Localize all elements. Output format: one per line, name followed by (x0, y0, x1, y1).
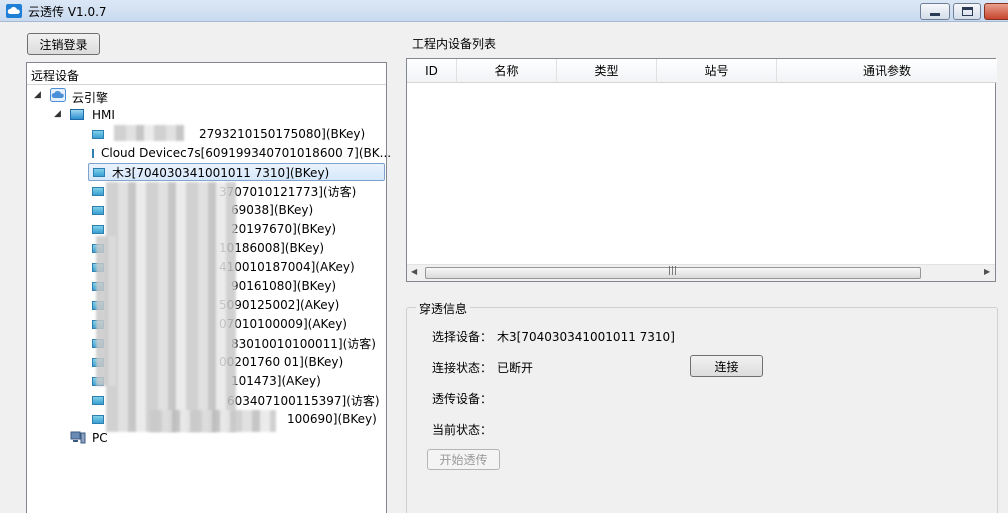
horizontal-scrollbar[interactable]: ◀ ||| ▶ (407, 264, 995, 281)
tree-device-label: 00201760 01](BKey) (219, 355, 344, 369)
column-header-id[interactable]: ID (407, 59, 457, 83)
tree-device-label: 101473](AKey) (231, 374, 321, 388)
blur-mask (114, 125, 184, 141)
column-header-comm-params[interactable]: 通讯参数 (777, 59, 997, 83)
minimize-button[interactable] (920, 3, 950, 20)
select-device-value: 木3[704030341001011 7310] (497, 330, 675, 344)
tree-header: 远程设备 (27, 63, 386, 85)
passthrough-group (406, 307, 998, 513)
device-icon (92, 186, 104, 196)
connect-button[interactable]: 连接 (690, 355, 763, 377)
maximize-button[interactable] (953, 3, 981, 20)
column-header-station[interactable]: 站号 (657, 59, 777, 83)
select-device-label: 选择设备： (432, 330, 493, 344)
column-header-name[interactable]: 名称 (457, 59, 557, 83)
logout-button[interactable]: 注销登录 (27, 33, 100, 55)
pc-icon (70, 431, 86, 444)
scrollbar-thumb[interactable]: ||| (425, 266, 921, 279)
tree-device-item[interactable]: Cloud Devicec7s[609199340701018600 7](BK… (92, 144, 391, 162)
blur-mask (150, 410, 276, 432)
tree-label-pc: PC (92, 431, 108, 445)
tree-label-cloud-engine: 云引擎 (72, 91, 109, 105)
device-list-title: 工程内设备列表 (412, 37, 497, 51)
title-bar: 云透传 V1.0.7 (0, 0, 1008, 22)
grip-icon: ||| (668, 266, 678, 276)
device-table[interactable]: ID 名称 类型 站号 通讯参数 ◀ ||| ▶ (406, 58, 997, 282)
device-icon (92, 395, 104, 405)
collapse-arrow-icon[interactable]: ◢ (34, 90, 41, 100)
blur-mask (96, 236, 116, 386)
hmi-icon (70, 109, 84, 120)
device-icon (92, 205, 104, 215)
tree-device-label: 100690](BKey) (287, 412, 377, 426)
window-title: 云透传 V1.0.7 (28, 5, 107, 19)
tree-device-label: 90161080](BKey) (231, 279, 337, 293)
tree-device-label: Cloud Devicec7s[609199340701018600 7](BK… (101, 146, 392, 160)
close-button[interactable] (984, 3, 1008, 20)
collapse-arrow-icon[interactable]: ◢ (54, 109, 61, 119)
tree-device-label: 2793210150175080](BKey) (199, 127, 366, 141)
device-icon (92, 148, 94, 158)
connection-status-value: 已断开 (497, 361, 534, 375)
blur-mask (106, 182, 236, 432)
current-status-label: 当前状态： (432, 423, 493, 437)
tree-device-label: 410010187004](AKey) (219, 260, 355, 274)
tree-device-label: 603407100115397](访客) (227, 393, 380, 408)
device-icon (92, 224, 104, 234)
tree-device-label: 83010010100011](访客) (231, 336, 376, 351)
tree-device-label: 07010100009](AKey) (219, 317, 347, 331)
start-passthrough-button[interactable]: 开始透传 (427, 449, 500, 470)
cloud-app-icon (6, 4, 22, 18)
device-icon (92, 129, 104, 139)
tree-label-hmi: HMI (92, 108, 115, 122)
device-icon (93, 167, 105, 177)
maximize-icon (961, 7, 973, 16)
tree-device-label: 5090125002](AKey) (219, 298, 340, 312)
tree-device-label: 3707010121773](访客) (219, 184, 357, 199)
tree-device-item[interactable]: 木3[704030341001011 7310](BKey) (88, 163, 385, 181)
tree-device-label: 木3[704030341001011 7310](BKey) (112, 165, 330, 180)
scroll-left-icon[interactable]: ◀ (411, 267, 417, 276)
device-icon (92, 414, 104, 424)
passthrough-device-label: 透传设备： (432, 392, 493, 406)
minimize-icon (930, 13, 940, 16)
scroll-right-icon[interactable]: ▶ (984, 267, 990, 276)
tree-device-label: 69038](BKey) (231, 203, 314, 217)
passthrough-title: 穿透信息 (416, 300, 471, 317)
connection-status-label: 连接状态： (432, 361, 493, 375)
column-header-type[interactable]: 类型 (557, 59, 657, 83)
cloud-icon (50, 88, 66, 102)
tree-device-label: 20197670](BKey) (231, 222, 337, 236)
